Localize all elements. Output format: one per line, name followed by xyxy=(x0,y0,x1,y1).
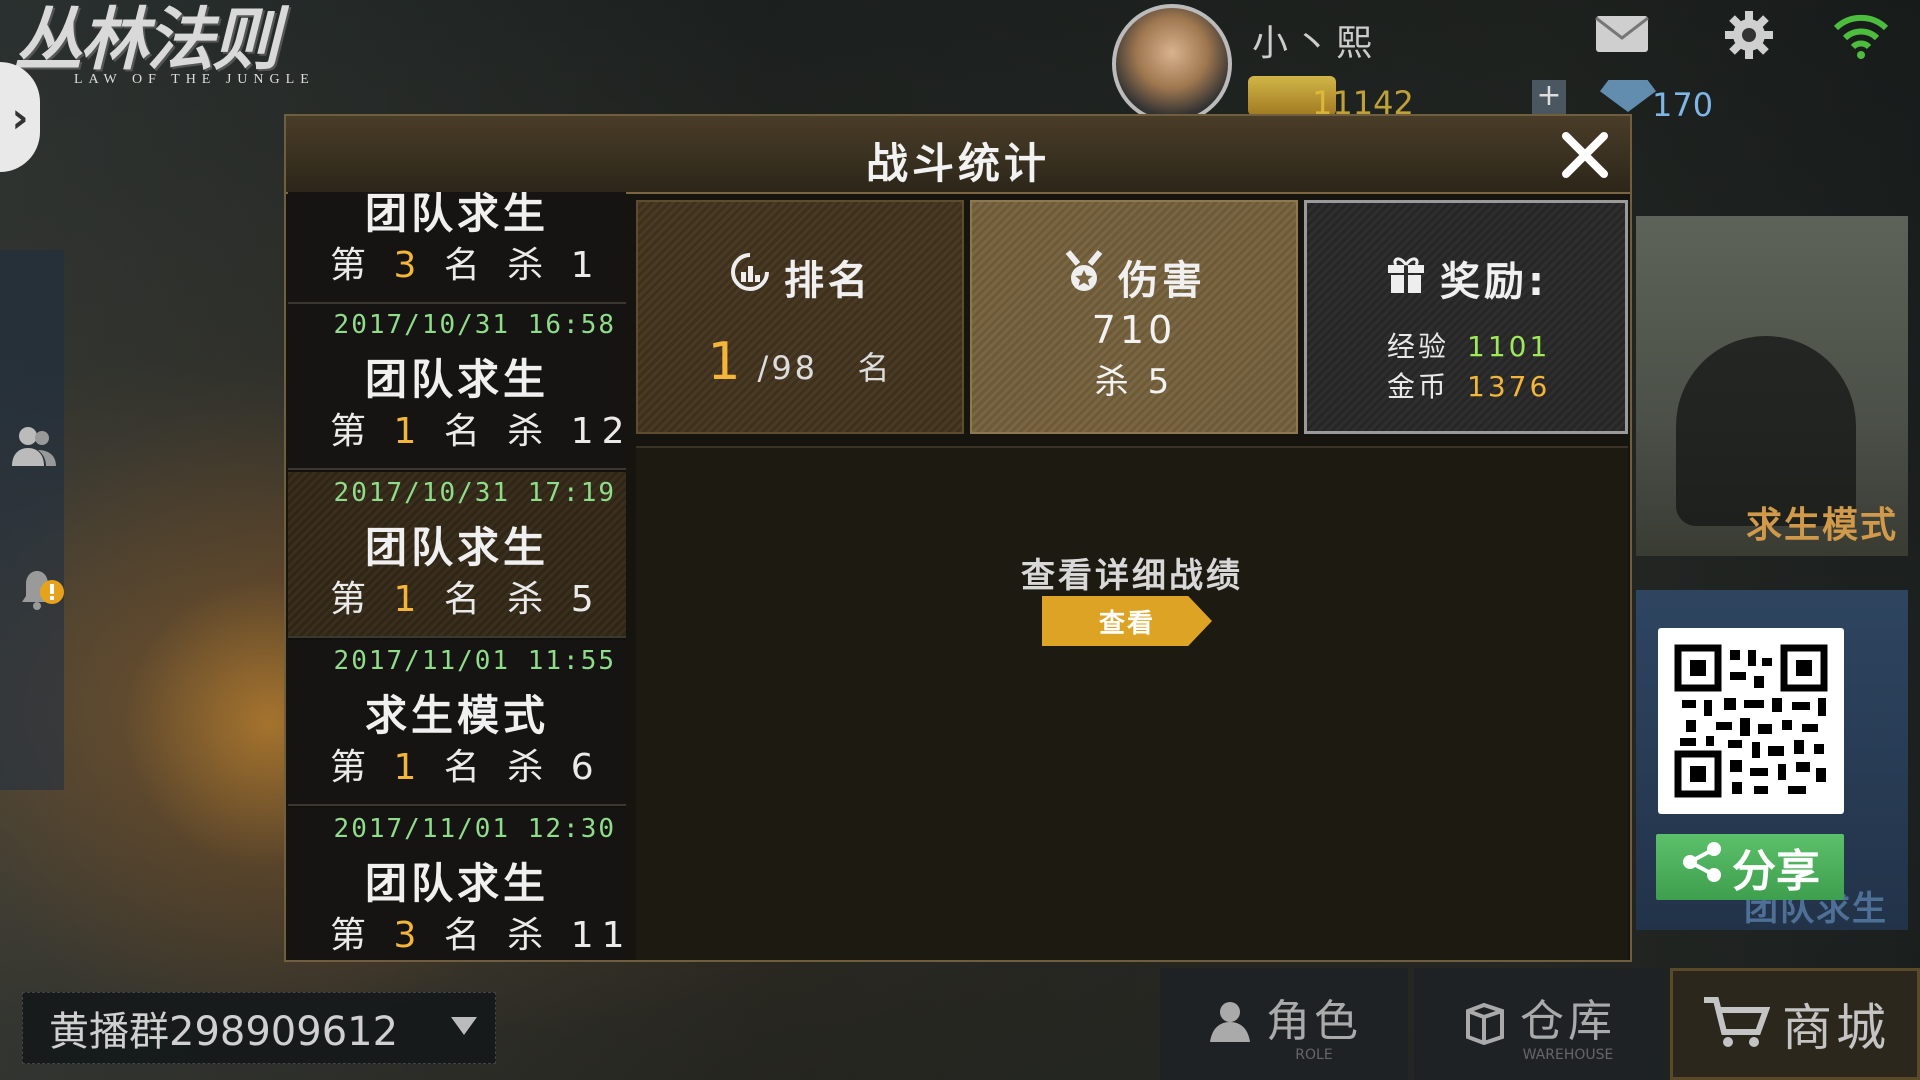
reward-card: 奖励: 经验 1101 金币 1376 xyxy=(1304,200,1628,434)
chat-group-select[interactable]: 黄播群298909612 xyxy=(22,992,496,1064)
match-mode: 团队求生 xyxy=(364,355,549,404)
reward-exp-value: 1101 xyxy=(1467,330,1551,363)
share-label: 分享 xyxy=(1732,846,1820,897)
game-logo: 丛林法则 LAW OF THE JUNGLE xyxy=(14,2,354,102)
close-button[interactable] xyxy=(1558,128,1612,182)
battle-stats-dialog: 战斗统计 团队求生 第 3 名 杀 1 2017/10/31 16:58 团队求… xyxy=(284,114,1632,962)
rank-card-header: 排名 xyxy=(638,248,962,306)
reward-card-header: 奖励: xyxy=(1307,249,1625,307)
gem-amount: 170 xyxy=(1652,86,1714,124)
wifi-signal-icon xyxy=(1832,10,1890,60)
match-history-item[interactable]: 2017/11/01 11:55 求生模式 第 1 名 杀 6 xyxy=(288,640,626,806)
shop-button[interactable]: 商城 xyxy=(1670,968,1920,1080)
warehouse-label: 仓库 xyxy=(1520,996,1616,1047)
qr-code xyxy=(1658,628,1844,814)
match-result: 第 1 名 杀 12 xyxy=(330,411,626,452)
player-avatar[interactable] xyxy=(1112,4,1232,124)
rank-value: 1 xyxy=(707,332,744,392)
share-button[interactable]: 分享 xyxy=(1656,834,1844,900)
match-date: 2017/10/31 17:19 xyxy=(333,478,616,508)
rank-card: 排名 1/98 名 xyxy=(636,200,964,434)
warehouse-button[interactable]: 仓库 WAREHOUSE xyxy=(1414,968,1664,1080)
reward-gold-value: 1376 xyxy=(1467,370,1551,403)
match-history-item[interactable]: 2017/11/01 12:30 团队求生 第 3 名 杀 11 xyxy=(288,808,626,960)
match-mode: 团队求生 xyxy=(364,192,549,238)
damage-card-header: 伤害 xyxy=(972,248,1296,306)
settings-gear-icon[interactable] xyxy=(1724,10,1774,60)
chat-group-text: 黄播群298909612 xyxy=(49,1009,399,1055)
damage-card: 伤害 710 杀 5 xyxy=(970,200,1298,434)
logo-title: 丛林法则 xyxy=(14,0,280,80)
mail-icon[interactable] xyxy=(1594,14,1650,54)
rank-value-line: 1/98 名 xyxy=(638,332,962,392)
warehouse-sublabel: WAREHOUSE xyxy=(1522,1047,1614,1063)
add-gems-button[interactable]: + xyxy=(1532,80,1566,114)
match-result: 第 1 名 杀 5 xyxy=(330,579,602,620)
match-mode: 团队求生 xyxy=(364,859,549,908)
damage-value: 710 xyxy=(1091,308,1177,352)
friends-icon[interactable] xyxy=(8,420,60,472)
match-result: 第 3 名 杀 11 xyxy=(330,915,626,956)
match-history-item-selected[interactable]: 2017/10/31 17:19 团队求生 第 1 名 杀 5 xyxy=(288,472,626,638)
match-history-list[interactable]: 团队求生 第 3 名 杀 1 2017/10/31 16:58 团队求生 第 1… xyxy=(288,192,626,960)
gift-icon xyxy=(1384,251,1428,305)
match-result: 第 1 名 杀 6 xyxy=(330,747,602,788)
damage-kills: 杀 5 xyxy=(1094,362,1174,402)
role-button[interactable]: 角色 ROLE xyxy=(1160,968,1408,1080)
player-name: 小丶熙 xyxy=(1252,23,1379,64)
match-mode: 求生模式 xyxy=(364,691,549,740)
chevron-down-icon xyxy=(451,1017,477,1035)
match-date: 2017/10/31 16:58 xyxy=(333,310,616,340)
detail-panel: 查看详细战绩 查看 xyxy=(636,446,1628,960)
survival-mode-card[interactable]: 求生模式 xyxy=(1636,216,1908,556)
reward-gold-label: 金币 xyxy=(1387,370,1450,403)
warehouse-icon xyxy=(1462,999,1508,1049)
damage-card-title: 伤害 xyxy=(1118,258,1206,304)
role-label: 角色 xyxy=(1266,996,1362,1047)
dialog-title: 战斗统计 xyxy=(865,139,1050,188)
notification-bell-icon[interactable] xyxy=(12,562,64,614)
close-icon xyxy=(1562,132,1608,178)
role-sublabel: ROLE xyxy=(1295,1047,1333,1063)
shop-label: 商城 xyxy=(1782,999,1890,1057)
rank-card-title: 排名 xyxy=(784,258,872,304)
reward-card-title: 奖励: xyxy=(1440,259,1548,305)
medal-icon xyxy=(1062,250,1106,304)
reward-exp-label: 经验 xyxy=(1387,330,1450,363)
match-date: 2017/11/01 12:30 xyxy=(333,814,616,844)
role-icon xyxy=(1206,998,1254,1050)
match-mode: 团队求生 xyxy=(364,523,549,572)
rank-icon xyxy=(728,250,772,304)
share-icon xyxy=(1680,839,1726,896)
match-history-item[interactable]: 2017/10/31 16:58 团队求生 第 1 名 杀 12 xyxy=(288,304,626,470)
view-details-button[interactable]: 查看 xyxy=(1042,596,1212,646)
shopping-cart-icon xyxy=(1700,992,1771,1056)
detail-prompt: 查看详细战绩 xyxy=(1021,556,1243,596)
match-result: 第 3 名 杀 1 xyxy=(330,245,602,286)
reward-exp-line: 经验 1101 xyxy=(1387,325,1550,365)
rank-unit: 名 xyxy=(857,349,893,387)
survival-mode-label: 求生模式 xyxy=(1745,505,1898,546)
chevron-right-icon: › xyxy=(11,92,29,142)
reward-gold-line: 金币 1376 xyxy=(1387,365,1550,405)
match-date: 2017/11/01 11:55 xyxy=(333,646,616,676)
side-strip xyxy=(0,250,64,790)
match-history-item[interactable]: 团队求生 第 3 名 杀 1 xyxy=(288,192,626,304)
logo-subtitle: LAW OF THE JUNGLE xyxy=(74,72,315,87)
dialog-header: 战斗统计 xyxy=(286,116,1630,194)
rank-total: /98 xyxy=(757,349,819,387)
